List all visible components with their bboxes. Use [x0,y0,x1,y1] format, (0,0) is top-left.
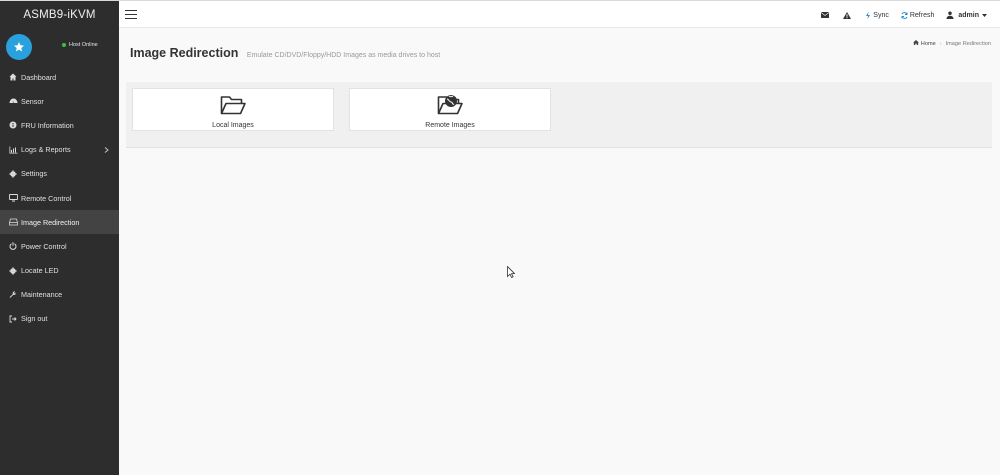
sidebar-item-label: Maintenance [21,290,63,300]
sidebar-item-logs-reports[interactable]: Logs & Reports [0,138,119,162]
power-icon [8,241,18,251]
gear-icon [8,169,18,179]
sync-icon [865,11,871,19]
sidebar-item-label: Sensor [21,96,44,106]
sidebar-item-label: Sign out [21,314,48,324]
warning-icon [843,11,852,19]
sidebar-item-label: Power Control [21,241,67,251]
sidebar-item-label: Image Redirection [21,217,80,227]
page-subtitle: Emulate CD/DVD/Floppy/HDD Images as medi… [246,52,441,59]
host-status: Host Online [62,42,98,48]
dashboard-icon [8,72,18,82]
sidebar: ASMB9-iKVM Host Online Dashboard Sensor … [0,0,119,475]
home-icon [912,40,919,47]
alerts-button[interactable] [837,1,859,29]
topbar-actions: Sync Refresh admin [815,1,1000,29]
folder-open-icon [220,95,246,120]
status-dot [62,43,66,47]
sidebar-item-sensor[interactable]: Sensor [0,89,119,113]
refresh-button[interactable]: Refresh [895,1,941,29]
sidebar-menu: Dashboard Sensor FRU Information Logs & … [0,65,119,331]
user-menu[interactable]: admin [940,1,1000,29]
chevron-right-icon [104,146,109,155]
content-header: Image Redirection Emulate CD/DVD/Floppy/… [130,44,440,62]
wrench-icon [8,290,18,300]
sidebar-item-locate-led[interactable]: Locate LED [0,259,119,283]
breadcrumb-current: Image Redirection [945,40,991,47]
host-status-label: Host Online [69,42,98,48]
remote-images-card[interactable]: Remote Images [349,88,551,131]
sidebar-item-label: Settings [21,169,47,179]
sidebar-item-remote-control[interactable]: Remote Control [0,186,119,210]
local-images-label: Local Images [212,122,254,129]
sign-out-icon [8,314,18,324]
refresh-label: Refresh [909,11,935,19]
sidebar-item-label: Dashboard [21,72,57,82]
refresh-icon [901,11,908,19]
sidebar-item-dashboard[interactable]: Dashboard [0,65,119,89]
chart-icon [8,145,18,155]
info-icon [8,120,18,130]
topbar: Sync Refresh admin [119,0,1000,28]
sidebar-item-power-control[interactable]: Power Control [0,234,119,258]
sync-label: Sync [873,11,889,19]
user-name: admin [958,11,979,19]
image-options-panel: Local Images Remote Images [126,82,992,148]
led-icon [8,266,18,276]
sync-button[interactable]: Sync [859,1,895,29]
sidebar-item-fru-information[interactable]: FRU Information [0,113,119,137]
sidebar-item-label: Logs & Reports [21,145,71,155]
breadcrumb-separator: › [939,40,942,47]
breadcrumb-home-link[interactable]: Home [921,41,936,47]
sidebar-item-label: Locate LED [21,266,59,276]
user-panel: Host Online [0,29,119,65]
page-title: Image Redirection [130,46,239,60]
brand-title[interactable]: ASMB9-iKVM [0,1,119,29]
sidebar-item-label: Remote Control [21,193,72,203]
messages-button[interactable] [815,1,837,29]
disk-icon [8,217,18,227]
user-icon [946,11,954,19]
sensor-icon [8,96,18,106]
sidebar-item-settings[interactable]: Settings [0,162,119,186]
star-icon [14,42,24,52]
sidebar-item-maintenance[interactable]: Maintenance [0,283,119,307]
sidebar-item-sign-out[interactable]: Sign out [0,307,119,331]
sidebar-item-label: FRU Information [21,120,74,130]
caret-down-icon [982,12,987,19]
monitor-icon [8,193,18,203]
mouse-cursor-icon [507,265,516,283]
remote-images-label: Remote Images [425,122,475,129]
local-images-card[interactable]: Local Images [132,88,334,131]
hamburger-menu-icon[interactable] [125,10,137,20]
avatar [6,34,32,60]
envelope-icon [821,12,830,18]
breadcrumb: Home › Image Redirection [912,40,991,47]
remote-folder-icon [437,93,463,120]
sidebar-item-image-redirection[interactable]: Image Redirection [0,210,119,235]
